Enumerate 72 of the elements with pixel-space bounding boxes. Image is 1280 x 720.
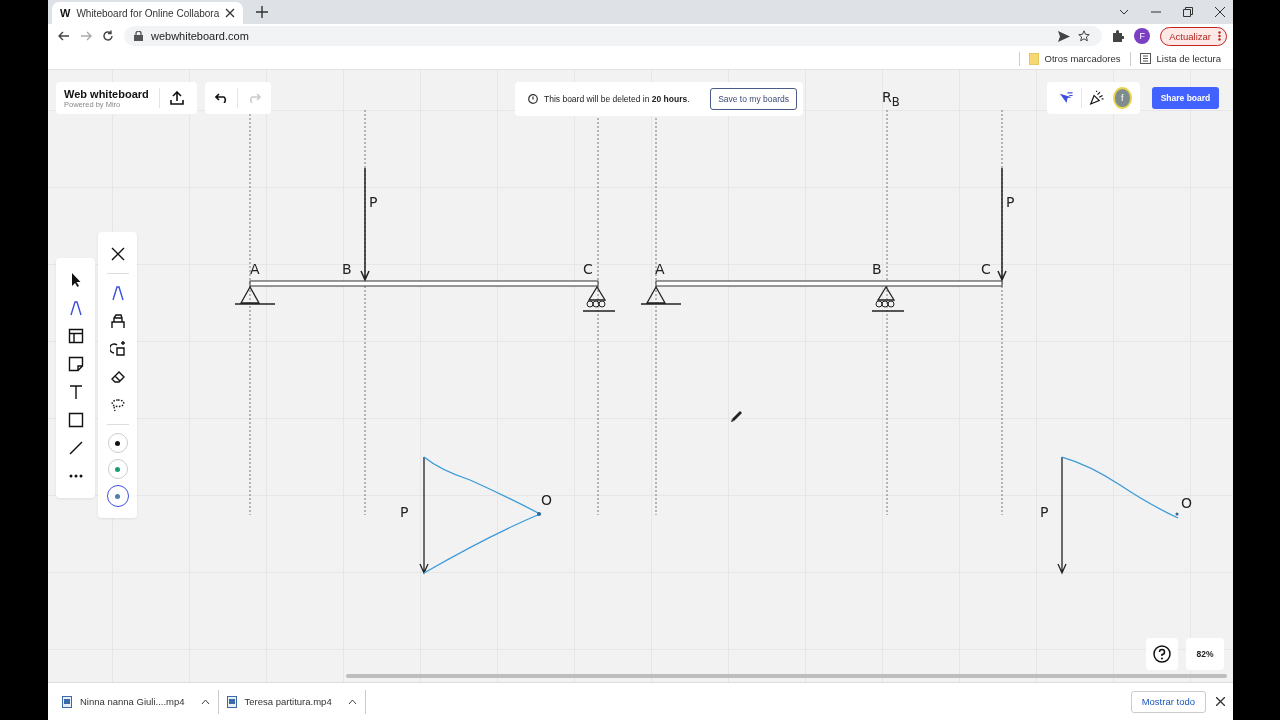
- back-icon[interactable]: [58, 30, 70, 42]
- shapes-icon[interactable]: [109, 341, 126, 357]
- chevron-up-icon[interactable]: [200, 698, 210, 705]
- drawing-label: P: [1006, 195, 1015, 209]
- eraser-icon[interactable]: [109, 369, 126, 385]
- kebab-icon: [1218, 31, 1221, 41]
- highlighter-icon[interactable]: [109, 313, 126, 329]
- board-title: Web whiteboard: [64, 87, 149, 100]
- upload-icon[interactable]: [169, 91, 184, 105]
- restore-icon[interactable]: [1183, 7, 1193, 17]
- share-button[interactable]: Share board: [1152, 87, 1219, 109]
- reload-icon[interactable]: [102, 30, 114, 42]
- update-button[interactable]: Actualizar: [1160, 26, 1227, 46]
- help-icon: [1153, 645, 1171, 663]
- file-icon: [226, 695, 237, 708]
- roller-support: [871, 286, 905, 312]
- browser-tab[interactable]: W Whiteboard for Online Collabora: [52, 2, 244, 24]
- show-all-button[interactable]: Mostrar todo: [1130, 690, 1206, 713]
- pin-support: [234, 286, 276, 305]
- drawing-label: P: [1040, 505, 1049, 519]
- send-icon[interactable]: [1058, 30, 1071, 42]
- drawing-label: C: [981, 262, 991, 276]
- zoom-level[interactable]: 82%: [1186, 638, 1224, 670]
- drawing-label: P: [400, 505, 409, 519]
- drawing-label: B: [342, 262, 352, 276]
- favicon: W: [60, 7, 71, 19]
- file-icon: [62, 695, 72, 708]
- deletion-notice: This board will be deleted in 20 hours.: [544, 94, 691, 104]
- reading-list-link[interactable]: Lista de lectura: [1156, 53, 1221, 64]
- pencil-cursor-icon: [731, 411, 742, 422]
- profile-avatar[interactable]: F: [1134, 28, 1151, 44]
- close-icon[interactable]: [1215, 7, 1225, 17]
- help-button[interactable]: [1146, 638, 1178, 670]
- close-icon[interactable]: [109, 246, 126, 262]
- download-item[interactable]: Ninna nanna Giuli....mp4: [62, 695, 210, 708]
- roller-support: [582, 286, 616, 312]
- folder-icon: [1028, 52, 1039, 65]
- party-popper-icon[interactable]: [1089, 89, 1105, 107]
- pen-icon[interactable]: [67, 300, 84, 316]
- drawing-label: P: [369, 195, 378, 209]
- puzzle-icon[interactable]: [1112, 30, 1125, 42]
- download-item[interactable]: Teresa partitura.mp4: [226, 695, 357, 708]
- cursor-icon[interactable]: [1059, 91, 1073, 105]
- line-icon[interactable]: [67, 440, 84, 456]
- drawing-label: O: [541, 493, 553, 507]
- close-icon[interactable]: [1216, 697, 1225, 706]
- drawing-label: B: [872, 262, 882, 276]
- chevron-up-icon[interactable]: [347, 698, 357, 705]
- lasso-icon[interactable]: [109, 397, 126, 413]
- save-button[interactable]: Save to my boards: [710, 88, 797, 110]
- reading-list-icon[interactable]: [1139, 53, 1151, 64]
- chevron-down-icon[interactable]: [1119, 9, 1129, 15]
- drawing-label: R$_{B}$: [882, 90, 900, 109]
- address-bar[interactable]: webwhiteboard.com: [124, 26, 1103, 46]
- text-icon[interactable]: [67, 384, 84, 400]
- star-icon[interactable]: [1078, 30, 1091, 42]
- horizontal-scrollbar[interactable]: [346, 674, 1227, 678]
- drawing-label: C: [583, 262, 593, 276]
- pen-icon[interactable]: [109, 285, 126, 301]
- drawing-label: A: [250, 262, 260, 276]
- drawing-label: A: [655, 262, 665, 276]
- clock-icon: [528, 94, 538, 104]
- pin-support: [640, 286, 682, 305]
- drawing-label: O: [1181, 496, 1193, 510]
- lock-icon: [134, 31, 143, 41]
- close-icon[interactable]: [225, 8, 236, 18]
- square-icon[interactable]: [67, 412, 84, 428]
- layout-icon[interactable]: [67, 328, 84, 344]
- new-tab-icon[interactable]: [256, 6, 269, 18]
- sticky-note-icon[interactable]: [67, 356, 84, 372]
- tab-title: Whiteboard for Online Collabora: [76, 7, 220, 19]
- bookmark-folder[interactable]: Otros marcadores: [1044, 53, 1121, 64]
